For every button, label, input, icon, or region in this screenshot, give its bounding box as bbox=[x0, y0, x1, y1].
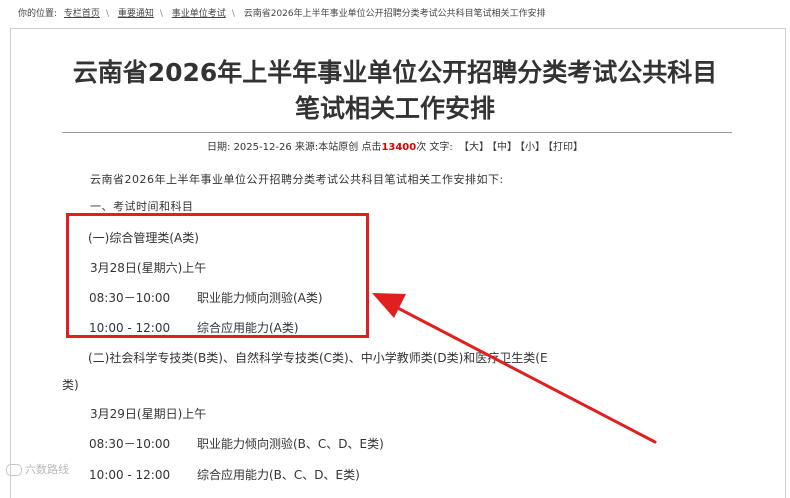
watermark: 六数路线 bbox=[6, 461, 69, 477]
watermark-logo-icon bbox=[6, 464, 22, 476]
annotation-arrow-icon bbox=[372, 293, 657, 444]
watermark-text: 六数路线 bbox=[25, 463, 69, 476]
